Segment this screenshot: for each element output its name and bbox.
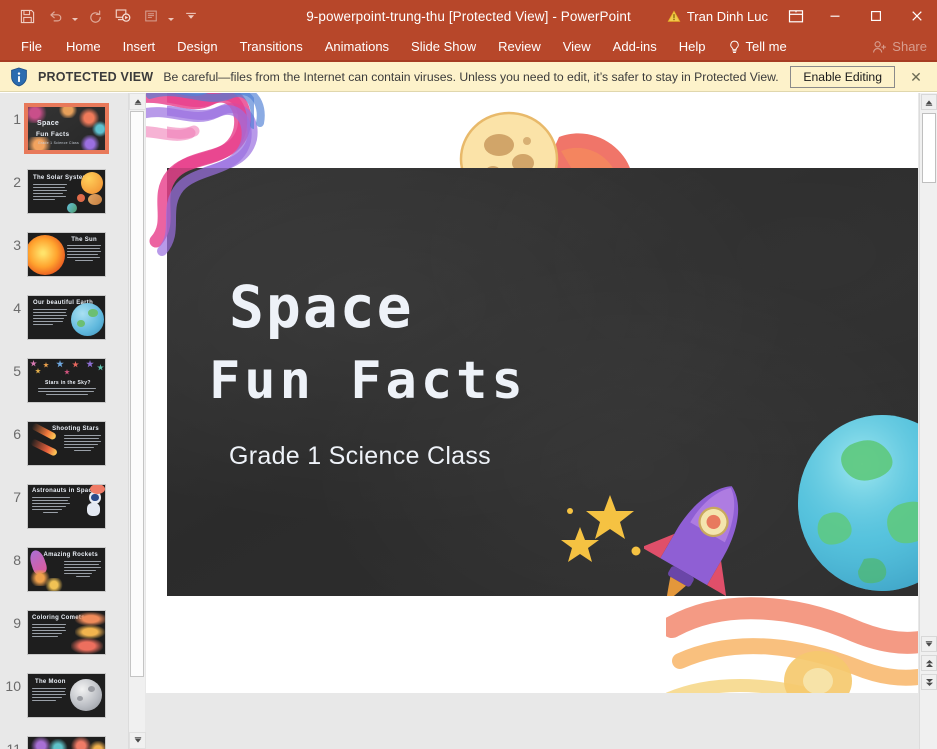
thumbnail-scroll-up-button[interactable]	[129, 93, 146, 110]
slide-canvas[interactable]: Space Fun Facts Grade 1 Science Class	[146, 93, 918, 693]
protected-view-bar: PROTECTED VIEW Be careful—files from the…	[0, 62, 937, 92]
slide-thumbnail-pane[interactable]: 1 Space Fun Facts Grade 1 Science Class	[0, 93, 128, 749]
canvas-scroll-down-button[interactable]	[921, 636, 937, 652]
powerpoint-window: 9-powerpoint-trung-thu [Protected View] …	[0, 0, 937, 749]
touch-mouse-mode-dropdown-icon[interactable]	[166, 4, 176, 28]
slide-thumbnail-11[interactable]	[27, 736, 106, 749]
protected-view-label: PROTECTED VIEW	[38, 69, 154, 84]
account-name: Tran Dinh Luc	[686, 8, 768, 24]
slide-title-line2: Fun Facts	[209, 351, 527, 412]
slide-thumbnail-4[interactable]: Our beautiful Earth	[27, 295, 106, 340]
tab-add-ins[interactable]: Add-ins	[602, 32, 668, 61]
thumbnail-number: 1	[13, 111, 21, 127]
title-bar: 9-powerpoint-trung-thu [Protected View] …	[0, 0, 937, 32]
slide-title-placeholder[interactable]: Space Fun Facts Grade 1 Science Class	[209, 273, 649, 471]
undo-dropdown-icon[interactable]	[70, 4, 80, 28]
customize-quick-access-toolbar-icon[interactable]	[178, 4, 204, 28]
warning-triangle-icon	[667, 9, 681, 22]
tab-insert[interactable]: Insert	[112, 32, 167, 61]
thumbnail-number: 2	[13, 174, 21, 190]
minimize-button[interactable]	[814, 0, 855, 32]
list-item[interactable]: 11	[0, 732, 128, 749]
shield-info-icon	[11, 67, 27, 86]
canvas-scroll-up-button[interactable]	[921, 94, 937, 110]
thumbnail-scrollbar[interactable]	[128, 93, 146, 749]
thumbnail-number: 4	[13, 300, 21, 316]
maximize-button[interactable]	[855, 0, 896, 32]
account-button[interactable]: Tran Dinh Luc	[657, 0, 778, 32]
tab-review[interactable]: Review	[487, 32, 552, 61]
thumbnail-number: 7	[13, 489, 21, 505]
tab-slide-show[interactable]: Slide Show	[400, 32, 487, 61]
canvas-vertical-scrollbar[interactable]	[919, 93, 937, 749]
list-item[interactable]: 9 Coloring Comets	[0, 606, 128, 669]
thumbnail-number: 10	[5, 678, 21, 694]
redo-icon[interactable]	[82, 4, 108, 28]
thumbnail-number: 3	[13, 237, 21, 253]
enable-editing-button[interactable]: Enable Editing	[790, 66, 895, 88]
ribbon-tab-bar: File Home Insert Design Transitions Anim…	[0, 32, 937, 61]
protected-view-close-icon[interactable]: ✕	[907, 68, 925, 86]
tab-home[interactable]: Home	[55, 32, 112, 61]
tell-me-label: Tell me	[745, 39, 787, 54]
start-from-beginning-icon[interactable]	[110, 4, 136, 28]
slide-thumbnail-1[interactable]: Space Fun Facts Grade 1 Science Class	[24, 103, 109, 154]
slide-thumbnail-7[interactable]: Astronauts in Space	[27, 484, 106, 529]
list-item[interactable]: 2 The Solar System	[0, 165, 128, 228]
thumbnail-scroll-down-button[interactable]	[129, 732, 146, 749]
thumbnail-number: 5	[13, 363, 21, 379]
slide-thumbnail-8[interactable]: Amazing Rockets	[27, 547, 106, 592]
tab-file[interactable]: File	[8, 32, 55, 61]
list-item[interactable]: 7 Astronauts in Space	[0, 480, 128, 543]
next-slide-button[interactable]	[921, 674, 937, 690]
list-item[interactable]: 3 The Sun	[0, 228, 128, 291]
previous-slide-button[interactable]	[921, 655, 937, 671]
list-item[interactable]: 6 Shooting Stars	[0, 417, 128, 480]
list-item[interactable]: 1 Space Fun Facts Grade 1 Science Class	[0, 102, 128, 165]
slide-title-line1: Space	[229, 273, 414, 341]
list-item[interactable]: 10 The Moon	[0, 669, 128, 732]
quick-access-toolbar	[0, 0, 204, 32]
window-controls: Tran Dinh Luc	[657, 0, 937, 32]
save-icon[interactable]	[14, 4, 40, 28]
share-button[interactable]: Share	[872, 32, 927, 61]
slide-subtitle: Grade 1 Science Class	[229, 442, 491, 471]
list-item[interactable]: 4 Our beautiful Earth	[0, 291, 128, 354]
thumbnail-number: 6	[13, 426, 21, 442]
slide-surface[interactable]: Space Fun Facts Grade 1 Science Class	[167, 168, 918, 596]
thumbnail-number: 11	[6, 741, 21, 749]
thumbnail-number: 8	[13, 552, 21, 568]
tab-help[interactable]: Help	[668, 32, 717, 61]
slide-thumbnail-2[interactable]: The Solar System	[27, 169, 106, 214]
thumbnail-scrollbar-thumb[interactable]	[130, 111, 144, 677]
tab-design[interactable]: Design	[166, 32, 228, 61]
slide-thumbnail-5[interactable]: Stars in the Sky?	[27, 358, 106, 403]
slide-thumbnail-10[interactable]: The Moon	[27, 673, 106, 718]
list-item[interactable]: 5 Stars in the Sky?	[0, 354, 128, 417]
touch-mouse-mode-icon[interactable]	[138, 4, 164, 28]
thumbnail-number: 9	[13, 615, 21, 631]
close-button[interactable]	[896, 0, 937, 32]
protected-view-message: Be careful—files from the Internet can c…	[163, 69, 779, 84]
list-item[interactable]: 8 Amazing Rockets	[0, 543, 128, 606]
watercolor-swirl-overlay-art	[661, 597, 918, 693]
slide-thumbnail-3[interactable]: The Sun	[27, 232, 106, 277]
tab-transitions[interactable]: Transitions	[229, 32, 314, 61]
canvas-scrollbar-thumb[interactable]	[922, 113, 936, 183]
ribbon-display-options-icon[interactable]	[778, 0, 814, 32]
undo-icon[interactable]	[42, 4, 68, 28]
share-person-icon	[873, 40, 887, 53]
tell-me-box[interactable]: Tell me	[717, 32, 798, 61]
tab-view[interactable]: View	[552, 32, 602, 61]
share-label: Share	[892, 39, 927, 54]
slide-thumbnail-6[interactable]: Shooting Stars	[27, 421, 106, 466]
lightbulb-icon	[729, 40, 739, 53]
tab-animations[interactable]: Animations	[314, 32, 400, 61]
slide-thumbnail-9[interactable]: Coloring Comets	[27, 610, 106, 655]
workspace: 1 Space Fun Facts Grade 1 Science Class	[0, 93, 937, 749]
